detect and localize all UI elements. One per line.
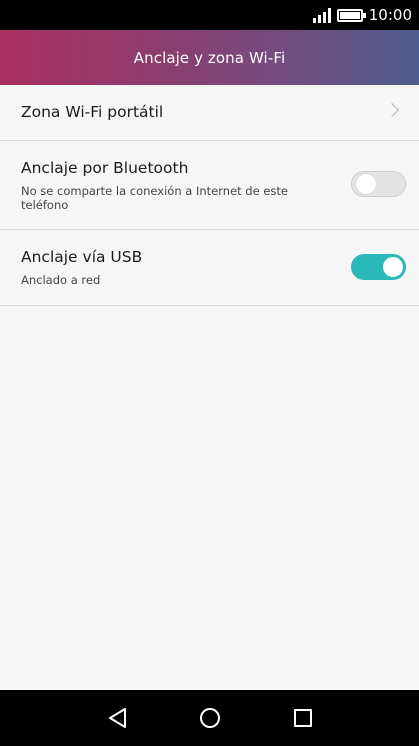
signal-icon [312, 7, 331, 23]
setting-subtitle: No se comparte la conexión a Internet de… [21, 184, 288, 212]
usb-tethering-toggle[interactable] [351, 254, 406, 280]
status-time: 10:00 [368, 6, 412, 24]
setting-portable-wifi-hotspot[interactable]: Zona Wi-Fi portátil [0, 85, 419, 141]
chevron-right-icon [384, 102, 400, 118]
toggle-knob [356, 174, 376, 194]
battery-icon [336, 8, 366, 22]
setting-title: Anclaje por Bluetooth [21, 159, 189, 177]
back-icon[interactable] [108, 708, 128, 728]
bluetooth-tethering-toggle[interactable] [351, 171, 406, 197]
recent-apps-icon[interactable] [294, 709, 312, 727]
navigation-bar [0, 690, 419, 746]
settings-list: Zona Wi-Fi portátil Anclaje por Bluetoot… [0, 85, 419, 306]
setting-title: Anclaje vía USB [21, 248, 143, 266]
setting-bluetooth-tethering[interactable]: Anclaje por Bluetooth No se comparte la … [0, 141, 419, 230]
status-bar: 10:00 [0, 0, 419, 30]
app-bar: Anclaje y zona Wi-Fi [0, 30, 419, 85]
home-icon[interactable] [200, 708, 220, 728]
setting-title: Zona Wi-Fi portátil [21, 103, 164, 121]
setting-usb-tethering[interactable]: Anclaje vía USB Anclado a red [0, 230, 419, 306]
toggle-knob [383, 257, 403, 277]
page-title: Anclaje y zona Wi-Fi [133, 48, 286, 67]
setting-subtitle: Anclado a red [21, 273, 101, 287]
